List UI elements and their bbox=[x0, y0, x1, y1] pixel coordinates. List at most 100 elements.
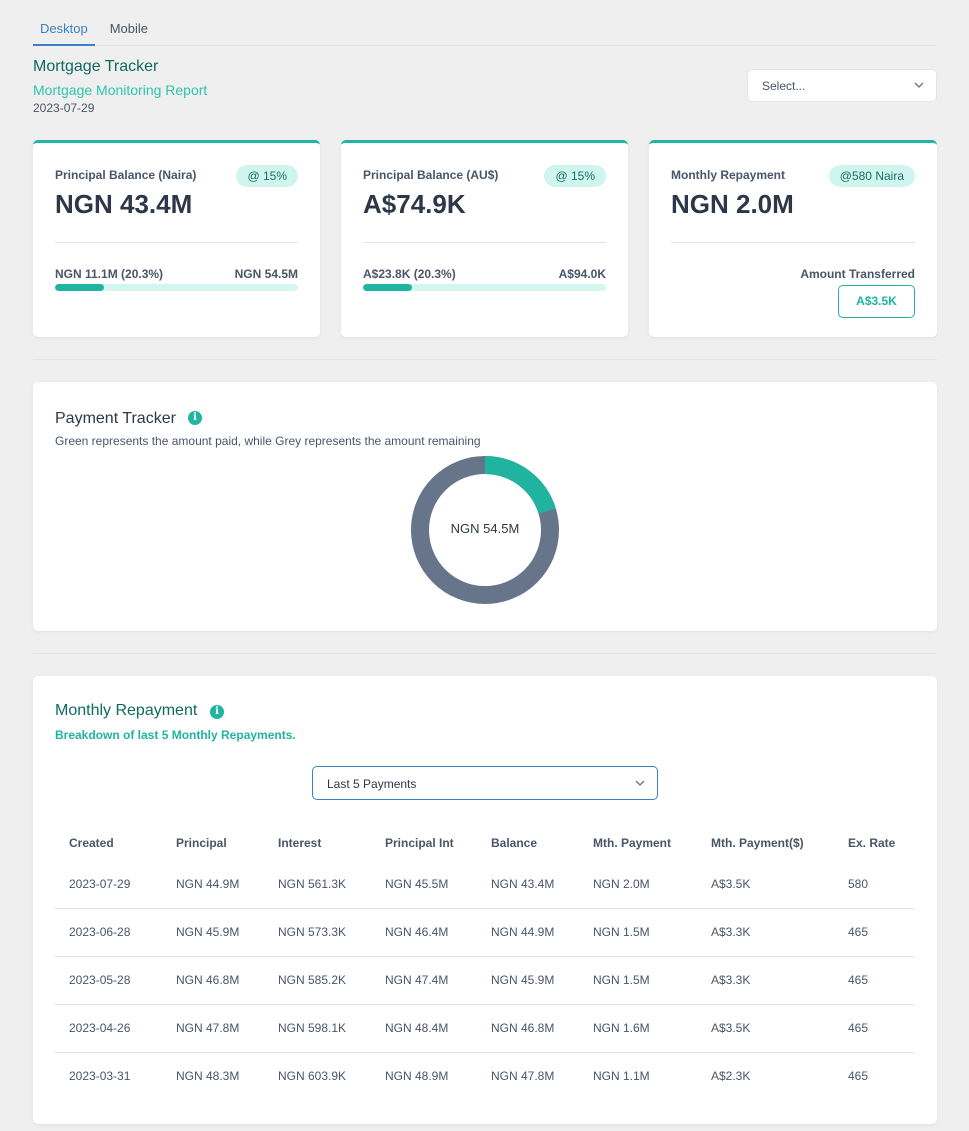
table-cell: NGN 48.4M bbox=[371, 1004, 477, 1053]
table-cell: 465 bbox=[834, 1004, 915, 1053]
table-cell: NGN 1.1M bbox=[593, 1069, 650, 1084]
page-title: Mortgage Tracker bbox=[33, 58, 159, 75]
table-cell: NGN 47.8M bbox=[491, 1069, 555, 1084]
chevron-down-icon bbox=[914, 82, 924, 88]
column-header: Principal bbox=[176, 836, 227, 850]
rate-badge: @ 15% bbox=[236, 165, 298, 187]
panel-title: Payment Tracker bbox=[55, 410, 176, 427]
card-divider bbox=[55, 242, 298, 243]
card-divider bbox=[363, 242, 606, 243]
card-label: Principal Balance (Naira) bbox=[55, 168, 197, 182]
monthly-repayment-panel: Monthly Repayment i Breakdown of last 5 … bbox=[33, 676, 937, 1124]
progress-bar bbox=[55, 284, 298, 291]
column-header: Balance bbox=[491, 836, 538, 850]
column-header: Created bbox=[69, 836, 114, 850]
table-row: 2023-04-26 NGN 47.8M NGN 598.1K NGN 48.4M NG… bbox=[55, 1004, 915, 1053]
payments-range-value: Last 5 Payments bbox=[327, 777, 417, 791]
table-cell: NGN 1.5M bbox=[579, 908, 697, 957]
tab-desktop[interactable]: Desktop bbox=[33, 12, 95, 46]
paid-amount: A$23.8K (20.3%) bbox=[363, 267, 456, 281]
progress-fill bbox=[363, 284, 413, 291]
table-cell: NGN 603.9K bbox=[278, 1069, 347, 1084]
table-cell: NGN 43.4M bbox=[477, 860, 579, 909]
panel-subtitle: Breakdown of last 5 Monthly Repayments. bbox=[55, 728, 296, 742]
report-select[interactable]: Select... bbox=[747, 69, 937, 102]
table-cell: 2023-04-26 bbox=[55, 1004, 162, 1053]
table-cell: NGN 44.9M bbox=[162, 860, 264, 909]
report-date: 2023-07-29 bbox=[33, 101, 95, 115]
monthly-repayment-card: Monthly Repayment @580 Naira NGN 2.0M Am… bbox=[649, 140, 937, 337]
tab-mobile[interactable]: Mobile bbox=[103, 12, 155, 46]
rate-badge: @ 15% bbox=[544, 165, 606, 187]
chevron-down-icon bbox=[635, 780, 645, 786]
payments-range-select[interactable]: Last 5 Payments bbox=[312, 766, 658, 800]
paid-amount: NGN 11.1M (20.3%) bbox=[55, 267, 164, 281]
info-icon[interactable]: i bbox=[188, 411, 202, 425]
table-cell: NGN 46.8M bbox=[162, 956, 264, 1005]
table-cell: NGN 598.1K bbox=[264, 1004, 371, 1053]
donut-center-label: NGN 54.5M bbox=[450, 521, 520, 536]
column-header: Mth. Payment bbox=[593, 836, 672, 850]
table-cell: NGN 1.5M bbox=[579, 956, 697, 1005]
table-cell: NGN 585.2K bbox=[264, 956, 371, 1005]
amount-transferred-label: Amount Transferred bbox=[800, 267, 915, 281]
table-cell: A$3.3K bbox=[697, 908, 834, 957]
card-divider bbox=[671, 242, 915, 243]
table-cell: 2023-03-31 bbox=[69, 1069, 131, 1084]
table-cell: NGN 46.8M bbox=[477, 1004, 579, 1053]
table-cell: NGN 2.0M bbox=[579, 860, 697, 909]
table-row: 2023-03-31 NGN 48.3M NGN 603.9K NGN 48.9M NG… bbox=[55, 1052, 915, 1100]
table-row: 2023-07-29 NGN 44.9M NGN 561.3K NGN 45.5M NG… bbox=[55, 860, 915, 909]
info-icon[interactable]: i bbox=[210, 705, 224, 719]
table-cell: NGN 44.9M bbox=[477, 908, 579, 957]
card-label: Principal Balance (AU$) bbox=[363, 168, 499, 182]
column-header: Principal Int bbox=[385, 836, 454, 850]
payment-tracker-panel: Payment Tracker i Green represents the a… bbox=[33, 382, 937, 631]
table-cell: NGN 48.3M bbox=[176, 1069, 240, 1084]
exchange-rate-badge: @580 Naira bbox=[828, 165, 915, 187]
panel-title: Monthly Repayment bbox=[55, 702, 198, 719]
panel-description: Green represents the amount paid, while … bbox=[55, 434, 481, 448]
table-cell: 2023-07-29 bbox=[55, 860, 162, 909]
table-cell: A$3.3K bbox=[697, 956, 834, 1005]
table-cell: NGN 561.3K bbox=[264, 860, 371, 909]
table-cell: A$2.3K bbox=[711, 1069, 751, 1084]
card-value: A$74.9K bbox=[363, 189, 466, 219]
table-cell: NGN 45.9M bbox=[162, 908, 264, 957]
report-select-placeholder: Select... bbox=[762, 79, 806, 93]
column-header: Mth. Payment($) bbox=[711, 836, 804, 850]
table-cell: NGN 45.9M bbox=[477, 956, 579, 1005]
amount-transferred-button[interactable]: A$3.5K bbox=[838, 285, 915, 318]
column-header: Ex. Rate bbox=[848, 836, 896, 850]
table-row: 2023-05-28 NGN 46.8M NGN 585.2K NGN 47.4M NG… bbox=[55, 956, 915, 1005]
table-cell: NGN 48.9M bbox=[385, 1069, 449, 1084]
table-cell: NGN 47.4M bbox=[371, 956, 477, 1005]
table-cell: 580 bbox=[834, 860, 915, 909]
table-cell: 465 bbox=[834, 956, 915, 1005]
principal-aud-card: Principal Balance (AU$) @ 15% A$74.9K A$… bbox=[341, 140, 628, 337]
page-subtitle: Mortgage Monitoring Report bbox=[33, 82, 208, 98]
table-cell: A$3.5K bbox=[697, 860, 834, 909]
view-tabs: Desktop Mobile bbox=[33, 12, 937, 46]
progress-fill bbox=[55, 284, 105, 291]
card-label: Monthly Repayment bbox=[671, 168, 786, 182]
card-value: NGN 2.0M bbox=[671, 189, 794, 219]
table-cell: 465 bbox=[834, 908, 915, 957]
section-divider bbox=[33, 359, 937, 360]
table-cell: NGN 47.8M bbox=[162, 1004, 264, 1053]
table-cell: NGN 1.6M bbox=[579, 1004, 697, 1053]
total-amount: A$94.0K bbox=[558, 267, 606, 281]
total-amount: NGN 54.5M bbox=[234, 267, 298, 281]
table-cell: 2023-06-28 bbox=[55, 908, 162, 957]
column-header: Interest bbox=[278, 836, 322, 850]
table-cell: A$3.5K bbox=[697, 1004, 834, 1053]
section-divider bbox=[33, 653, 937, 654]
principal-naira-card: Principal Balance (Naira) @ 15% NGN 43.4… bbox=[33, 140, 320, 337]
table-cell: NGN 45.5M bbox=[371, 860, 477, 909]
table-cell: 465 bbox=[848, 1069, 869, 1084]
table-cell: NGN 46.4M bbox=[371, 908, 477, 957]
table-header-row: Created Principal Interest Principal Int Bal… bbox=[55, 826, 915, 860]
repayments-table: Created Principal Interest Principal Int Bal… bbox=[55, 826, 915, 1100]
table-row: 2023-06-28 NGN 45.9M NGN 573.3K NGN 46.4M NG… bbox=[55, 908, 915, 957]
table-cell: NGN 573.3K bbox=[264, 908, 371, 957]
